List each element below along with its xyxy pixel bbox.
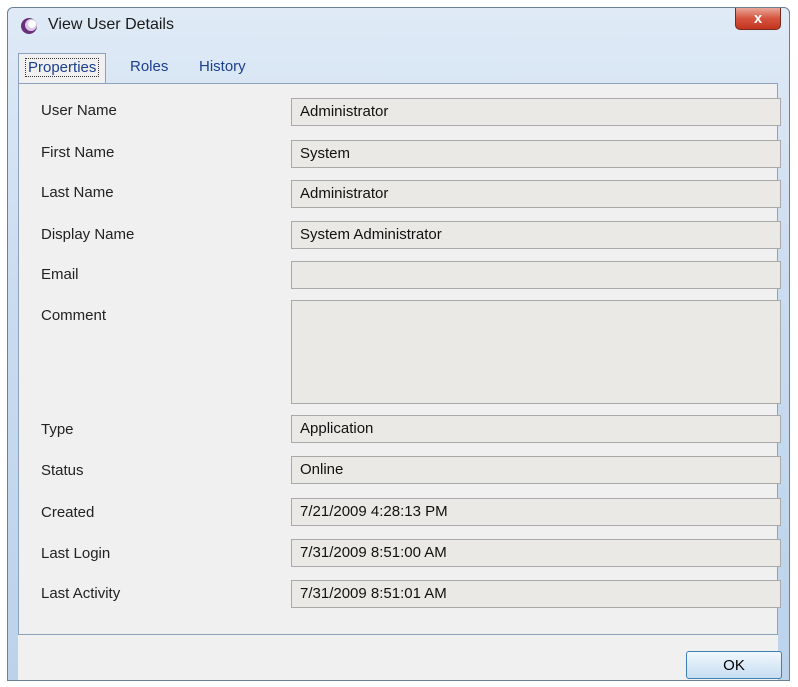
- dialog-footer: OK: [18, 635, 782, 680]
- type-label: Type: [41, 421, 74, 438]
- type-field[interactable]: Application: [291, 415, 781, 443]
- tab-properties-label: Properties: [25, 58, 100, 77]
- window-title: View User Details: [48, 16, 174, 33]
- close-icon: x: [753, 10, 763, 27]
- comment-label: Comment: [41, 307, 107, 324]
- last-activity-label: Last Activity: [41, 585, 121, 602]
- last-login-field[interactable]: 7/31/2009 8:51:00 AM: [291, 539, 781, 567]
- created-label: Created: [41, 504, 95, 521]
- tab-history[interactable]: History: [193, 53, 252, 81]
- email-field[interactable]: [291, 261, 781, 289]
- ok-button[interactable]: OK: [686, 651, 782, 679]
- app-logo-icon: [21, 18, 37, 34]
- tab-strip: Properties Roles History: [18, 53, 778, 83]
- title-bar[interactable]: View User Details x: [8, 8, 789, 44]
- first-name-label: First Name: [41, 144, 115, 161]
- last-name-field[interactable]: Administrator: [291, 180, 781, 208]
- created-field[interactable]: 7/21/2009 4:28:13 PM: [291, 498, 781, 526]
- comment-field[interactable]: [291, 300, 781, 404]
- status-label: Status: [41, 462, 84, 479]
- display-name-label: Display Name: [41, 226, 135, 243]
- status-field[interactable]: Online: [291, 456, 781, 484]
- email-label: Email: [41, 266, 79, 283]
- last-name-label: Last Name: [41, 184, 114, 201]
- first-name-field[interactable]: System: [291, 140, 781, 168]
- view-user-details-dialog: View User Details x Properties Roles His…: [7, 7, 790, 681]
- last-activity-field[interactable]: 7/31/2009 8:51:01 AM: [291, 580, 781, 608]
- close-button[interactable]: x: [735, 8, 781, 30]
- tab-roles[interactable]: Roles: [124, 53, 174, 81]
- tab-properties[interactable]: Properties: [18, 53, 107, 83]
- user-name-label: User Name: [41, 102, 117, 119]
- user-name-field[interactable]: Administrator: [291, 98, 781, 126]
- properties-panel: User Name Administrator First Name Syste…: [18, 83, 781, 635]
- last-login-label: Last Login: [41, 545, 111, 562]
- display-name-field[interactable]: System Administrator: [291, 221, 781, 249]
